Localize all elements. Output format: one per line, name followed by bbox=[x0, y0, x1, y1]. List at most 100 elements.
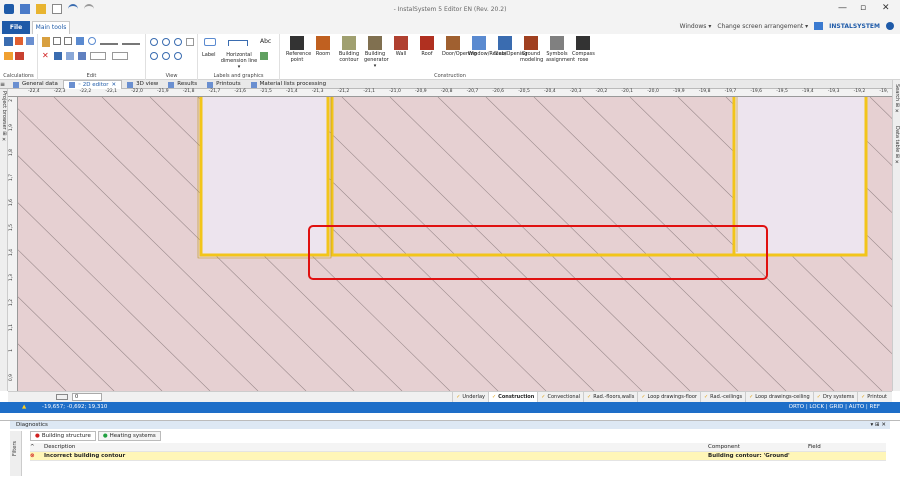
construction-button-7[interactable]: Window/Recess bbox=[468, 36, 507, 57]
edit-tool-icon[interactable] bbox=[54, 52, 62, 60]
layer-visible-icon[interactable]: ✓ bbox=[456, 392, 460, 402]
windows-menu[interactable]: Windows ▾ bbox=[680, 23, 712, 30]
edit-tool-icon-2[interactable] bbox=[66, 52, 74, 60]
paste-icon[interactable] bbox=[42, 37, 50, 47]
search-tab[interactable]: Search ⊞ ✕ bbox=[894, 84, 900, 115]
doc-tab-3[interactable]: Results bbox=[163, 80, 202, 89]
layer-visible-icon[interactable]: ✓ bbox=[861, 392, 865, 402]
zoom-prev-icon[interactable] bbox=[162, 52, 170, 60]
level-select[interactable]: 0 bbox=[72, 393, 102, 401]
zoom-in-icon[interactable] bbox=[150, 38, 158, 46]
layer-visible-icon[interactable]: ✓ bbox=[492, 392, 496, 402]
construction-button-0[interactable]: Reference point bbox=[286, 36, 311, 63]
dimension-icon[interactable] bbox=[228, 40, 248, 46]
drawing-canvas[interactable] bbox=[18, 97, 892, 391]
ruler-tick: -20,6 bbox=[492, 89, 505, 94]
layer-tab-3[interactable]: ✓ Rad.-floors,walls bbox=[583, 392, 637, 402]
construction-button-9[interactable]: Ground modeling bbox=[520, 36, 543, 63]
diagnostics-tabs: ● Building structure ● Heating systems bbox=[30, 431, 161, 441]
construction-button-5[interactable]: Roof bbox=[416, 36, 438, 57]
pan-icon[interactable] bbox=[150, 52, 158, 60]
printouts-icon bbox=[207, 81, 214, 88]
layer-visible-icon[interactable]: ✓ bbox=[704, 392, 708, 402]
snap-modes[interactable]: ORTO | LOCK | GRID | AUTO | REF bbox=[789, 402, 880, 413]
align-icon[interactable] bbox=[100, 37, 118, 45]
graphics-icon[interactable] bbox=[260, 52, 268, 60]
rotate-icon[interactable] bbox=[88, 37, 96, 45]
menu-icon[interactable]: ≡ bbox=[0, 80, 8, 88]
zoom-out-icon[interactable] bbox=[162, 38, 170, 46]
copy-icon[interactable] bbox=[53, 37, 61, 45]
label-button[interactable]: Label bbox=[202, 52, 216, 58]
label-icon[interactable] bbox=[204, 38, 216, 46]
construction-button-11[interactable]: Compass rose bbox=[572, 36, 595, 63]
construction-button-8[interactable]: Slab/Opening bbox=[494, 36, 528, 57]
construction-button-1[interactable]: Room bbox=[312, 36, 334, 57]
layer-visible-icon[interactable]: ✓ bbox=[749, 392, 753, 402]
layer-tab-0[interactable]: ✓ Underlay bbox=[452, 392, 488, 402]
filters-tab[interactable]: Filters bbox=[10, 431, 22, 476]
doc-tab-2[interactable]: 3D view bbox=[122, 80, 163, 89]
ribbon-tab-bar: File Main tools Windows ▾ Change screen … bbox=[0, 20, 900, 34]
tab-heating-systems[interactable]: ● Heating systems bbox=[97, 431, 161, 441]
calc-icon-5[interactable] bbox=[15, 52, 24, 60]
horizontal-dimension-button[interactable]: Horizontal dimension line ▾ bbox=[220, 52, 258, 70]
help-icon[interactable] bbox=[886, 22, 894, 30]
col-description[interactable]: Description bbox=[44, 443, 708, 451]
layer-tab-6[interactable]: ✓ Loop drawings-ceiling bbox=[745, 392, 813, 402]
mirror-icon[interactable] bbox=[122, 37, 140, 45]
calculate-icon[interactable] bbox=[4, 37, 13, 46]
data-table-tab[interactable]: Data table ⊞ ✕ bbox=[894, 126, 900, 166]
layer-tab-1[interactable]: ✓ Construction bbox=[487, 392, 538, 402]
close-button[interactable]: ✕ bbox=[882, 3, 890, 13]
calc-icon-2[interactable] bbox=[15, 37, 23, 45]
minimize-button[interactable]: — bbox=[838, 3, 847, 13]
construction-button-4[interactable]: Wall bbox=[390, 36, 412, 57]
ribbon: Calculations ✕ Edit View Label Horizonta… bbox=[0, 34, 900, 80]
project-browser-tab[interactable]: Project browser ⊞ ✕ bbox=[1, 91, 7, 143]
layout-icon[interactable] bbox=[814, 22, 824, 30]
panel-controls[interactable]: ▾ ⊞ ✕ bbox=[871, 421, 886, 429]
layer-visible-icon[interactable]: ✓ bbox=[587, 392, 591, 402]
col-field[interactable]: Field bbox=[808, 443, 886, 451]
tab-file[interactable]: File bbox=[2, 21, 30, 34]
doc-tab-5[interactable]: Material lists processing bbox=[246, 80, 331, 89]
layer-visible-icon[interactable]: ✓ bbox=[641, 392, 645, 402]
cut-icon[interactable] bbox=[64, 37, 72, 45]
doc-tab-0[interactable]: General data bbox=[8, 80, 63, 89]
calc-icon-3[interactable] bbox=[26, 37, 34, 45]
edit-tool-icon-4[interactable] bbox=[90, 52, 106, 60]
move-icon[interactable] bbox=[76, 37, 84, 45]
table-row[interactable]: ⊗ Incorrect building contour Building co… bbox=[30, 452, 886, 461]
layer-visible-icon[interactable]: ✓ bbox=[817, 392, 821, 402]
brand-logo: INSTALSYSTEM bbox=[829, 22, 880, 30]
col-component[interactable]: Component bbox=[708, 443, 808, 451]
construction-button-3[interactable]: Building generator ▾ bbox=[364, 36, 389, 69]
tab-main-tools[interactable]: Main tools bbox=[32, 21, 70, 34]
layer-tab-4[interactable]: ✓ Loop drawings-floor bbox=[637, 392, 700, 402]
zoom-all-icon[interactable] bbox=[174, 38, 182, 46]
construction-button-10[interactable]: Symbols assignment bbox=[546, 36, 575, 63]
layer-tab-8[interactable]: ✓ Printout bbox=[857, 392, 890, 402]
edit-tool-icon-5[interactable] bbox=[112, 52, 128, 60]
construction-button-6[interactable]: Door/Opening bbox=[442, 36, 477, 57]
layer-tab-5[interactable]: ✓ Rad.-ceilings bbox=[699, 392, 745, 402]
screen-arrangement-menu[interactable]: Change screen arrangement ▾ bbox=[717, 23, 808, 30]
layer-tab-2[interactable]: ✓ Convectional bbox=[537, 392, 583, 402]
edit-tool-icon-3[interactable] bbox=[78, 52, 86, 60]
tab-building-structure[interactable]: ● Building structure bbox=[30, 431, 96, 441]
construction-button-2[interactable]: Building contour bbox=[338, 36, 360, 63]
calc-icon-4[interactable] bbox=[4, 52, 13, 60]
room-right[interactable] bbox=[734, 97, 866, 255]
layer-tab-7[interactable]: ✓ Dry systems bbox=[812, 392, 857, 402]
redraw-icon[interactable] bbox=[174, 52, 182, 60]
doc-tab-4[interactable]: Printouts bbox=[202, 80, 246, 89]
zoom-window-icon[interactable] bbox=[186, 38, 194, 46]
text-icon[interactable]: Abc bbox=[260, 38, 271, 45]
layer-visible-icon[interactable]: ✓ bbox=[541, 392, 545, 402]
document-tabs: ≡ General data ◦ 2D editor ✕ 3D view Results… bbox=[0, 80, 900, 89]
delete-icon[interactable]: ✕ bbox=[42, 52, 51, 60]
ruler-tick: -19,4 bbox=[802, 89, 814, 94]
doc-tab-1[interactable]: ◦ 2D editor ✕ bbox=[62, 80, 123, 89]
maximize-button[interactable]: ▫ bbox=[860, 3, 866, 13]
